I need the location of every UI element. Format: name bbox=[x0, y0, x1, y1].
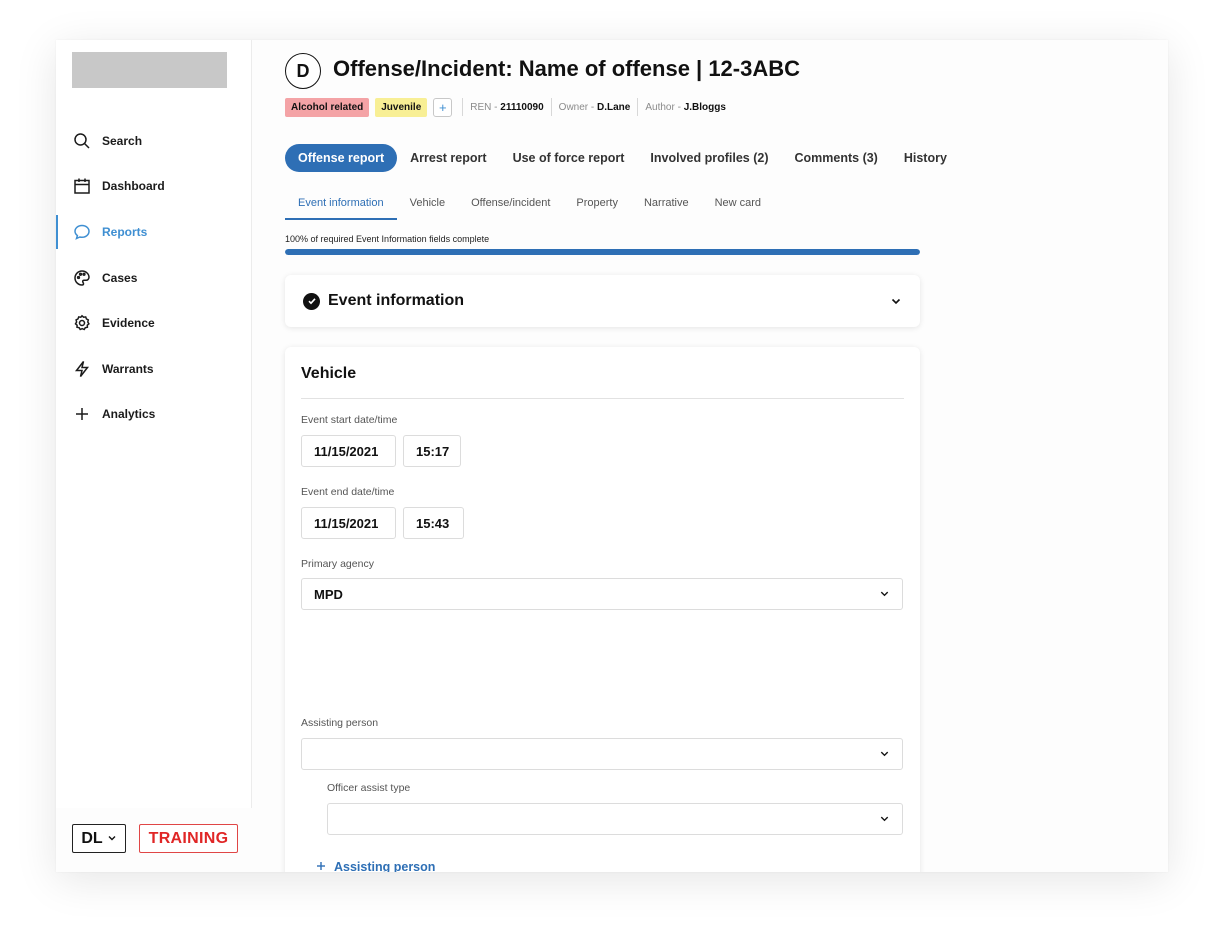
select-value: MPD bbox=[314, 586, 343, 602]
report-tabs: Offense report Arrest report Use of forc… bbox=[285, 144, 973, 172]
progress-bar bbox=[285, 249, 920, 255]
tab-involved-profiles[interactable]: Involved profiles (2) bbox=[650, 151, 768, 165]
sidebar-item-label: Search bbox=[102, 133, 143, 148]
section-tabs: Event information Vehicle Offense/incide… bbox=[285, 190, 935, 220]
chevron-down-icon bbox=[879, 747, 890, 762]
add-tag-button[interactable]: + bbox=[433, 97, 453, 117]
owner-field: Owner - D.Lane bbox=[558, 101, 631, 113]
user-initials: DL bbox=[81, 829, 103, 847]
page-title: Offense/Incident: Name of offense | 12-3… bbox=[333, 56, 801, 81]
sidebar-item-dashboard[interactable]: Dashboard bbox=[56, 164, 252, 210]
end-time-input[interactable]: 15:43 bbox=[403, 507, 464, 539]
tag-alcohol-related[interactable]: Alcohol related bbox=[285, 97, 370, 117]
divider bbox=[637, 98, 639, 116]
start-time-input[interactable]: 15:17 bbox=[403, 435, 461, 467]
divider bbox=[301, 398, 904, 399]
event-information-card[interactable]: Event information bbox=[285, 275, 920, 327]
field-label: Officer assist type bbox=[327, 782, 411, 794]
logo-placeholder bbox=[72, 52, 227, 88]
subtab-new-card[interactable]: New card bbox=[702, 190, 774, 220]
sidebar-item-evidence[interactable]: Evidence bbox=[56, 300, 252, 346]
sidebar-nav: Search Dashboard Reports Cases Evidence … bbox=[56, 118, 252, 437]
subtab-property[interactable]: Property bbox=[563, 190, 631, 220]
subtab-event-information[interactable]: Event information bbox=[285, 190, 397, 220]
record-avatar: D bbox=[285, 53, 321, 89]
chevron-down-icon bbox=[879, 812, 890, 827]
sidebar-item-cases[interactable]: Cases bbox=[56, 255, 252, 301]
calendar-icon bbox=[73, 177, 91, 195]
chevron-down-icon[interactable] bbox=[890, 295, 902, 307]
field-label: Primary agency bbox=[301, 558, 374, 570]
subtab-narrative[interactable]: Narrative bbox=[631, 190, 702, 220]
tag-juvenile[interactable]: Juvenile bbox=[375, 97, 428, 117]
tab-arrest-report[interactable]: Arrest report bbox=[410, 151, 486, 165]
vehicle-card: Vehicle Event start date/time 11/15/2021… bbox=[285, 347, 920, 872]
end-date-input[interactable]: 11/15/2021 bbox=[301, 507, 396, 539]
app-window: Search Dashboard Reports Cases Evidence … bbox=[56, 40, 1168, 872]
add-assisting-person-button[interactable]: Assisting person bbox=[316, 860, 435, 872]
plus-icon bbox=[73, 405, 91, 423]
ren-field: REN - 21110090 bbox=[470, 101, 544, 113]
sidebar-item-warrants[interactable]: Warrants bbox=[56, 346, 252, 392]
chat-bubble-icon bbox=[73, 223, 91, 241]
sidebar-item-reports[interactable]: Reports bbox=[56, 209, 252, 255]
sidebar-item-label: Warrants bbox=[102, 361, 154, 376]
sidebar-item-search[interactable]: Search bbox=[56, 118, 252, 164]
search-icon bbox=[73, 132, 91, 150]
divider bbox=[550, 98, 552, 116]
sidebar-item-label: Cases bbox=[102, 270, 138, 285]
training-badge: TRAINING bbox=[139, 824, 238, 853]
subtab-vehicle[interactable]: Vehicle bbox=[397, 190, 458, 220]
officer-assist-type-select[interactable] bbox=[327, 803, 903, 835]
add-link-label: Assisting person bbox=[334, 860, 436, 872]
field-label: Event end date/time bbox=[301, 486, 395, 498]
subtab-offense-incident[interactable]: Offense/incident bbox=[458, 190, 563, 220]
progress-fill bbox=[285, 249, 920, 255]
chevron-down-icon bbox=[879, 587, 890, 602]
assisting-person-select[interactable] bbox=[301, 738, 903, 770]
sidebar-item-label: Dashboard bbox=[102, 179, 165, 194]
palette-icon bbox=[73, 269, 91, 287]
gear-icon bbox=[73, 314, 91, 332]
primary-agency-select[interactable]: MPD bbox=[301, 578, 903, 610]
tab-history[interactable]: History bbox=[904, 151, 947, 165]
sidebar-item-label: Analytics bbox=[102, 407, 156, 422]
plus-icon bbox=[316, 860, 326, 872]
record-meta: Alcohol related Juvenile + REN - 2111009… bbox=[285, 97, 733, 117]
lightning-icon bbox=[73, 360, 91, 378]
field-label: Event start date/time bbox=[301, 414, 398, 426]
author-field: Author - J.Bloggs bbox=[645, 101, 726, 113]
field-label: Assisting person bbox=[301, 717, 379, 729]
tab-use-of-force-report[interactable]: Use of force report bbox=[513, 151, 625, 165]
sidebar: Search Dashboard Reports Cases Evidence … bbox=[56, 40, 252, 808]
sidebar-item-label: Evidence bbox=[102, 316, 155, 331]
card-title: Vehicle bbox=[301, 365, 357, 382]
main-content: D Offense/Incident: Name of offense | 12… bbox=[285, 40, 1165, 872]
sidebar-item-analytics[interactable]: Analytics bbox=[56, 392, 252, 438]
chevron-down-icon bbox=[107, 830, 117, 848]
tab-offense-report[interactable]: Offense report bbox=[285, 144, 398, 172]
start-date-input[interactable]: 11/15/2021 bbox=[301, 435, 396, 467]
card-title: Event information bbox=[328, 292, 465, 309]
tab-comments[interactable]: Comments (3) bbox=[795, 151, 878, 165]
sidebar-item-label: Reports bbox=[102, 224, 148, 239]
progress-label: 100% of required Event Information field… bbox=[285, 234, 490, 244]
check-circle-icon bbox=[303, 292, 320, 310]
divider bbox=[462, 98, 464, 116]
user-menu-button[interactable]: DL bbox=[72, 824, 126, 853]
